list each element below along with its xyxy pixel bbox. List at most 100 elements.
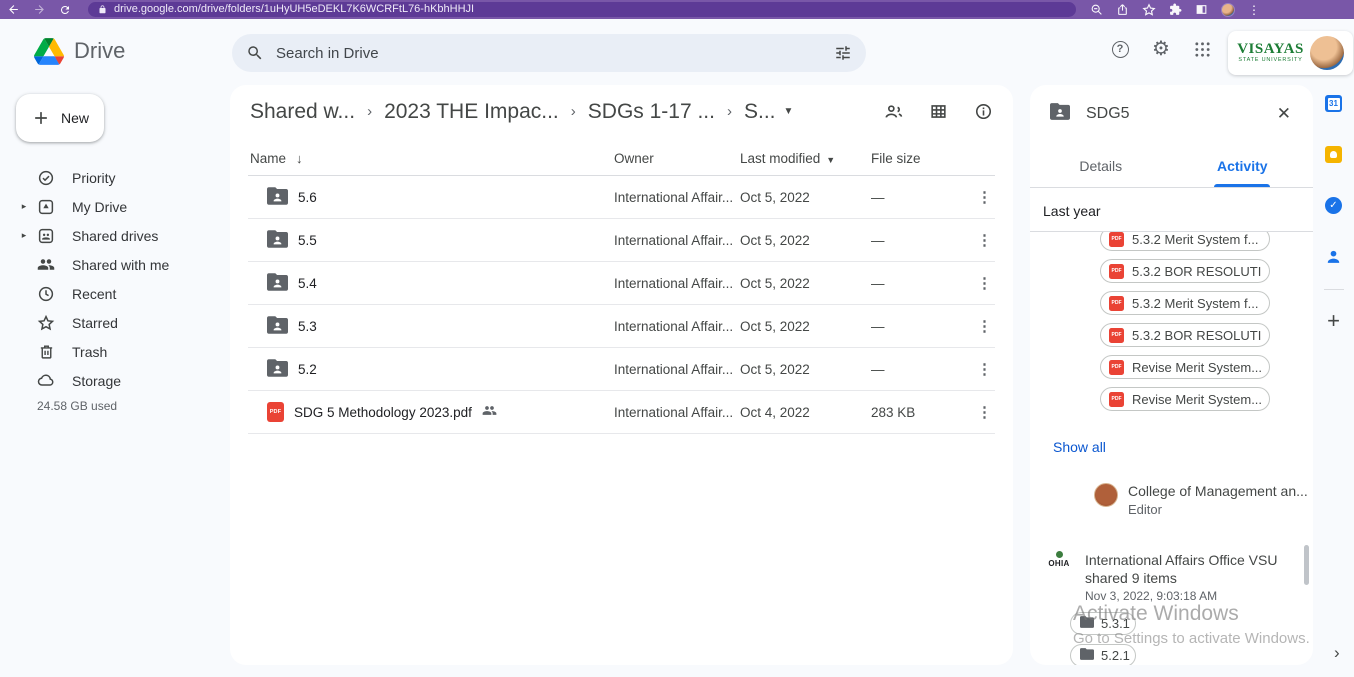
column-header-modified[interactable]: Last modified▼ [740, 151, 871, 166]
google-apps-grid-icon[interactable] [1190, 37, 1214, 61]
column-header-owner[interactable]: Owner [614, 151, 740, 166]
modified-cell: Oct 5, 2022 [740, 276, 871, 291]
sidebar-item-shared-drives[interactable]: ▸ Shared drives [0, 221, 230, 250]
browser-menu-icon[interactable]: ⋮ [1248, 4, 1260, 16]
owner-cell: International Affair... [614, 190, 740, 205]
forward-icon[interactable] [26, 3, 52, 16]
column-header-size[interactable]: File size [871, 151, 961, 166]
drive-logo-icon[interactable] [34, 38, 64, 70]
sidebar-item-starred[interactable]: Starred [0, 308, 230, 337]
show-all-link[interactable]: Show all [1053, 439, 1106, 455]
folder-chip[interactable]: 5.3.1 [1070, 612, 1136, 635]
reload-icon[interactable] [52, 4, 78, 16]
file-name: 5.3 [298, 319, 317, 334]
panel-scrollbar[interactable] [1304, 545, 1309, 585]
file-chip[interactable]: PDF Revise Merit System... [1100, 355, 1270, 379]
file-chip[interactable]: PDF 5.3.2 Merit System f... [1100, 231, 1270, 251]
file-name: 5.6 [298, 190, 317, 205]
sort-by-name[interactable]: Name ↓ [248, 151, 614, 166]
editor-role: Editor [1128, 502, 1308, 517]
more-options-icon[interactable]: ⋮ [971, 359, 998, 380]
activity-action: shared 9 items [1085, 569, 1277, 587]
table-row-folder[interactable]: 5.5 International Affair... Oct 5, 2022 … [248, 219, 995, 262]
settings-gear-icon[interactable]: ⚙ [1149, 37, 1173, 61]
breadcrumb-item[interactable]: SDGs 1-17 ... [588, 100, 715, 124]
share-folder-icon[interactable] [883, 102, 903, 122]
side-apps-rail: 31 ✓ + [1313, 85, 1354, 665]
help-icon[interactable]: ? [1108, 37, 1132, 61]
priority-icon [37, 169, 55, 187]
modified-cell: Oct 5, 2022 [740, 190, 871, 205]
editor-entry[interactable]: College of Management an... Editor [1094, 483, 1313, 517]
file-chip[interactable]: PDF Revise Merit System... [1100, 387, 1270, 411]
zoom-page-icon[interactable] [1090, 3, 1103, 16]
sidebar-item-priority[interactable]: Priority [0, 163, 230, 192]
divider [1324, 289, 1344, 290]
breadcrumb-item[interactable]: Shared w... [250, 100, 355, 124]
more-options-icon[interactable]: ⋮ [971, 273, 998, 294]
calendar-icon[interactable]: 31 [1325, 95, 1342, 112]
tab-details[interactable]: Details [1030, 147, 1172, 187]
file-chip[interactable]: PDF 5.3.2 BOR RESOLUTI... [1100, 323, 1270, 347]
more-options-icon[interactable]: ⋮ [971, 230, 998, 251]
breadcrumb-separator-icon: › [571, 103, 576, 120]
search-icon [246, 44, 264, 62]
sidebar-item-shared-with-me[interactable]: Shared with me [0, 250, 230, 279]
size-cell: — [871, 362, 961, 377]
trash-icon [37, 343, 55, 360]
search-options-icon[interactable] [834, 44, 852, 62]
my-drive-icon [37, 198, 55, 216]
owner-cell: International Affair... [614, 319, 740, 334]
info-icon[interactable] [974, 102, 993, 121]
search-input[interactable]: Search in Drive [232, 34, 866, 72]
tab-activity[interactable]: Activity [1172, 147, 1314, 187]
account-org-pill[interactable]: VISAYAS STATE UNIVERSITY [1228, 31, 1353, 75]
pdf-file-icon: PDF [1109, 232, 1124, 247]
shared-with-me-icon [37, 255, 55, 274]
shared-folder-icon [267, 359, 288, 380]
table-row-folder[interactable]: 5.4 International Affair... Oct 5, 2022 … [248, 262, 995, 305]
side-panel-icon[interactable] [1195, 3, 1208, 16]
activity-section-label: Last year [1043, 203, 1313, 219]
new-button[interactable]: New [16, 94, 104, 142]
breadcrumb-item-current[interactable]: S... [744, 100, 776, 124]
folder-chip[interactable]: 5.2.1 [1070, 644, 1136, 665]
bookmark-star-icon[interactable] [1142, 3, 1156, 17]
collapse-panel-chevron-icon[interactable]: › [1334, 643, 1340, 663]
sidebar-item-trash[interactable]: Trash [0, 337, 230, 366]
table-row-folder[interactable]: 5.3 International Affair... Oct 5, 2022 … [248, 305, 995, 348]
file-chip[interactable]: PDF 5.3.2 BOR RESOLUTI... [1100, 259, 1270, 283]
file-chip[interactable]: PDF 5.3.2 Merit System f... [1100, 291, 1270, 315]
add-addon-icon[interactable]: + [1327, 310, 1340, 332]
browser-profile-avatar[interactable] [1221, 3, 1235, 17]
share-page-icon[interactable] [1116, 3, 1129, 16]
pdf-file-icon: PDF [1109, 360, 1124, 375]
close-icon[interactable]: ✕ [1271, 104, 1297, 124]
tasks-icon[interactable]: ✓ [1325, 197, 1342, 214]
table-row-folder[interactable]: 5.6 International Affair... Oct 5, 2022 … [248, 176, 995, 219]
contacts-icon[interactable] [1325, 248, 1342, 265]
address-bar[interactable]: drive.google.com/drive/folders/1uHyUH5eD… [88, 2, 1076, 17]
sidebar-item-my-drive[interactable]: ▸ My Drive [0, 192, 230, 221]
shared-folder-icon [267, 273, 288, 294]
more-options-icon[interactable]: ⋮ [971, 187, 998, 208]
modified-cell: Oct 5, 2022 [740, 233, 871, 248]
file-table: Name ↓ Owner Last modified▼ File size 5.… [248, 142, 995, 434]
more-options-icon[interactable]: ⋮ [971, 402, 998, 423]
sidebar-item-storage[interactable]: Storage [0, 366, 230, 395]
account-avatar[interactable] [1310, 36, 1344, 70]
extensions-icon[interactable] [1169, 3, 1182, 16]
sidebar-item-recent[interactable]: Recent [0, 279, 230, 308]
more-options-icon[interactable]: ⋮ [971, 316, 998, 337]
breadcrumb-item[interactable]: 2023 THE Impac... [384, 100, 559, 124]
file-name: 5.5 [298, 233, 317, 248]
grid-view-icon[interactable] [929, 102, 948, 121]
modified-cell: Oct 5, 2022 [740, 362, 871, 377]
folder-menu-caret-icon[interactable]: ▼ [784, 106, 794, 117]
keep-icon[interactable] [1325, 146, 1342, 163]
back-icon[interactable] [0, 3, 26, 16]
table-row-pdf[interactable]: PDF SDG 5 Methodology 2023.pdf Internati… [248, 391, 995, 434]
expand-arrow-icon[interactable]: ▸ [16, 201, 32, 212]
table-row-folder[interactable]: 5.2 International Affair... Oct 5, 2022 … [248, 348, 995, 391]
expand-arrow-icon[interactable]: ▸ [16, 230, 32, 241]
